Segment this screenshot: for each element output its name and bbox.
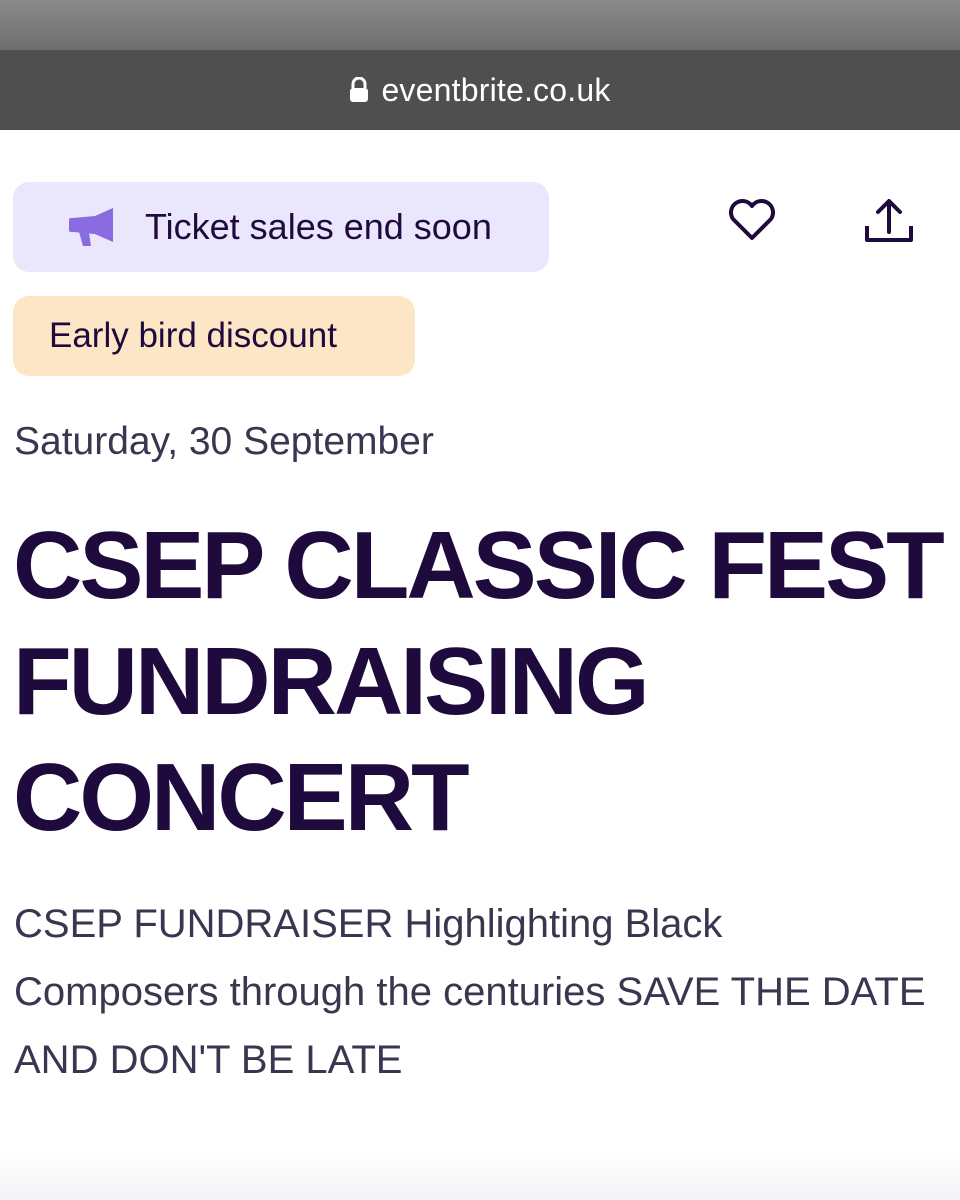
event-summary: CSEP FUNDRAISER Highlighting Black Compo… <box>14 902 926 1082</box>
browser-address-bar[interactable]: eventbrite.co.uk <box>0 50 960 130</box>
url-text: eventbrite.co.uk <box>381 71 611 108</box>
ticket-sales-badge: Ticket sales end soon <box>13 182 549 272</box>
heart-icon <box>727 198 777 247</box>
megaphone-icon <box>69 206 117 248</box>
status-bar-area <box>0 0 960 50</box>
ticket-sales-label: Ticket sales end soon <box>145 206 492 247</box>
like-button[interactable] <box>722 192 782 252</box>
lock-icon <box>349 77 369 103</box>
section-divider <box>0 1150 960 1200</box>
share-icon <box>863 196 915 251</box>
share-button[interactable] <box>858 192 920 254</box>
early-bird-badge: Early bird discount <box>13 296 415 376</box>
address-display[interactable]: eventbrite.co.uk <box>349 72 610 109</box>
event-title: CSEP CLASSIC FEST FUNDRAISING CONCERT <box>13 512 945 851</box>
early-bird-label: Early bird discount <box>49 316 337 355</box>
event-date: Saturday, 30 September <box>14 420 434 463</box>
